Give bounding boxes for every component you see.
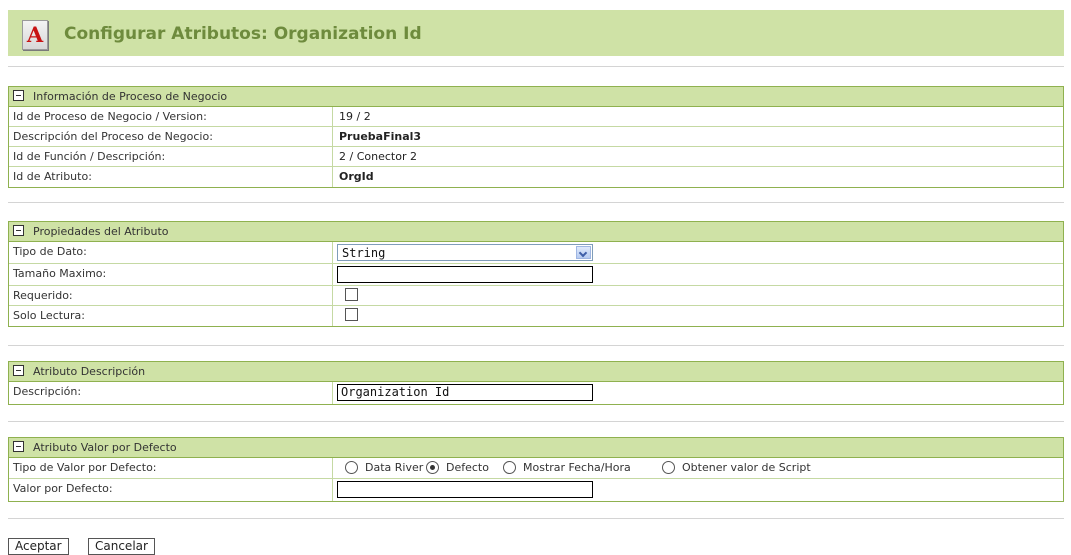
description-label: Descripción: — [9, 382, 333, 404]
data-type-select[interactable]: String — [337, 244, 593, 261]
collapse-toggle-icon[interactable] — [13, 441, 24, 452]
default-value-header: Atributo Valor por Defecto — [9, 438, 1063, 458]
cancel-button[interactable]: Cancelar — [88, 538, 155, 555]
attribute-id-value: OrgId — [339, 170, 374, 183]
required-label: Requerido: — [9, 286, 333, 305]
collapse-toggle-icon[interactable] — [13, 225, 24, 236]
radio-obtener-valor-script[interactable] — [662, 461, 675, 474]
radio-defecto-label[interactable]: Defecto — [446, 461, 489, 474]
process-description-value: PruebaFinal3 — [339, 130, 422, 143]
default-type-label: Tipo de Valor por Defecto: — [9, 458, 333, 478]
readonly-row: Solo Lectura: — [9, 306, 1063, 326]
process-id-label: Id de Proceso de Negocio / Version: — [9, 107, 333, 126]
function-id-label: Id de Función / Descripción: — [9, 147, 333, 166]
process-info-panel: Información de Proceso de Negocio Id de … — [8, 86, 1064, 188]
radio-mostrar-fecha-hora[interactable] — [503, 461, 516, 474]
radio-obtener-valor-script-label[interactable]: Obtener valor de Script — [682, 461, 811, 474]
description-input[interactable]: Organization Id — [337, 384, 593, 401]
process-description-row: Descripción del Proceso de Negocio: Prue… — [9, 127, 1063, 147]
accept-button[interactable]: Aceptar — [8, 538, 69, 555]
function-id-row: Id de Función / Descripción: 2 / Conecto… — [9, 147, 1063, 167]
page-header: A Configurar Atributos: Organization Id — [8, 10, 1064, 56]
required-row: Requerido: — [9, 286, 1063, 306]
default-value-row: Valor por Defecto: — [9, 479, 1063, 501]
collapse-toggle-icon[interactable] — [13, 90, 24, 101]
data-type-label: Tipo de Dato: — [9, 242, 333, 263]
page-title: Configurar Atributos: Organization Id — [64, 24, 422, 44]
divider — [8, 66, 1064, 67]
default-value-label: Valor por Defecto: — [9, 479, 333, 501]
data-type-selected-value: String — [342, 246, 386, 260]
max-size-row: Tamaño Maximo: — [9, 264, 1063, 286]
max-size-label: Tamaño Maximo: — [9, 264, 333, 285]
attribute-id-label: Id de Atributo: — [9, 167, 333, 187]
description-row: Descripción: Organization Id — [9, 382, 1063, 404]
attribute-properties-title: Propiedades del Atributo — [33, 225, 169, 238]
default-value-input[interactable] — [337, 481, 593, 498]
attribute-id-row: Id de Atributo: OrgId — [9, 167, 1063, 187]
collapse-toggle-icon[interactable] — [13, 365, 24, 376]
app-logo-icon: A — [22, 20, 48, 50]
process-id-row: Id de Proceso de Negocio / Version: 19 /… — [9, 107, 1063, 127]
data-type-row: Tipo de Dato: String — [9, 242, 1063, 264]
attribute-properties-header: Propiedades del Atributo — [9, 222, 1063, 242]
default-type-row: Tipo de Valor por Defecto: Data River De… — [9, 458, 1063, 479]
max-size-input[interactable] — [337, 266, 593, 283]
attribute-description-panel: Atributo Descripción Descripción: Organi… — [8, 361, 1064, 405]
process-id-value: 19 / 2 — [339, 110, 371, 123]
radio-mostrar-fecha-hora-label[interactable]: Mostrar Fecha/Hora — [523, 461, 631, 474]
divider — [8, 202, 1064, 203]
required-checkbox[interactable] — [345, 288, 358, 301]
default-value-panel: Atributo Valor por Defecto Tipo de Valor… — [8, 437, 1064, 502]
readonly-label: Solo Lectura: — [9, 306, 333, 326]
radio-defecto[interactable] — [426, 461, 439, 474]
chevron-down-icon[interactable] — [576, 246, 591, 259]
radio-data-river-label[interactable]: Data River — [365, 461, 423, 474]
radio-data-river[interactable] — [345, 461, 358, 474]
process-info-title: Información de Proceso de Negocio — [33, 90, 228, 103]
attribute-description-header: Atributo Descripción — [9, 362, 1063, 382]
process-description-label: Descripción del Proceso de Negocio: — [9, 127, 333, 146]
attribute-properties-panel: Propiedades del Atributo Tipo de Dato: S… — [8, 221, 1064, 327]
divider — [8, 345, 1064, 346]
process-info-header: Información de Proceso de Negocio — [9, 87, 1063, 107]
divider — [8, 421, 1064, 422]
attribute-description-title: Atributo Descripción — [33, 365, 146, 378]
default-value-title: Atributo Valor por Defecto — [33, 441, 177, 454]
divider — [8, 518, 1064, 519]
readonly-checkbox[interactable] — [345, 308, 358, 321]
function-id-value: 2 / Conector 2 — [339, 150, 417, 163]
